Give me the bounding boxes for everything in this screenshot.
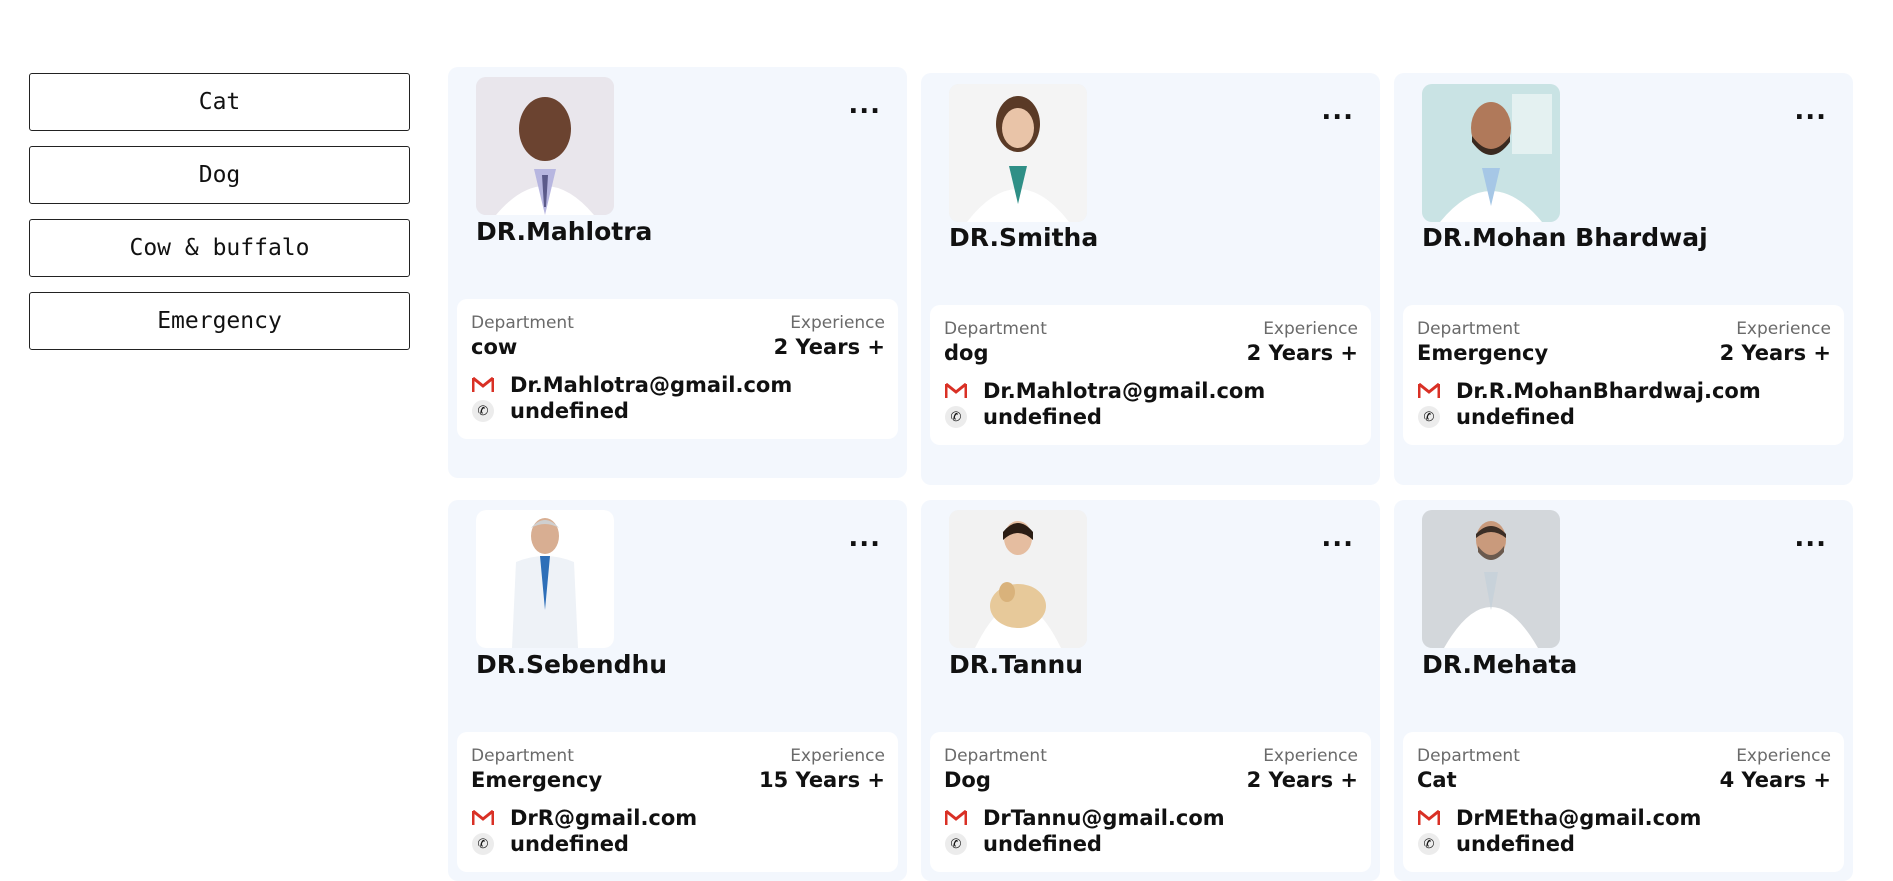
doctor-name: DR.Sebendhu xyxy=(476,650,668,679)
gmail-icon xyxy=(471,808,495,828)
email-row: Dr.Mahlotra@gmail.com xyxy=(944,379,1265,403)
phone-icon: ✆ xyxy=(945,833,967,855)
more-options-icon[interactable]: ... xyxy=(1794,525,1827,551)
doctor-info-panel: Department Cat Experience 4 Years + DrME… xyxy=(1403,732,1844,872)
phone-icon: ✆ xyxy=(472,400,494,422)
email-row: DrTannu@gmail.com xyxy=(944,806,1225,830)
doctor-card: ... DR.Mahlotra Department cow Experienc… xyxy=(448,67,907,478)
gmail-icon xyxy=(471,375,495,395)
phone-row: ✆ undefined xyxy=(1417,405,1575,429)
experience-value: 2 Years + xyxy=(773,335,885,359)
department-value: dog xyxy=(944,341,989,365)
phone-row: ✆ undefined xyxy=(1417,832,1575,856)
doctor-name: DR.Smitha xyxy=(949,223,1099,252)
phone-number: undefined xyxy=(983,405,1102,429)
email-address[interactable]: Dr.Mahlotra@gmail.com xyxy=(510,373,792,397)
doctor-photo xyxy=(476,77,614,215)
experience-value: 4 Years + xyxy=(1719,768,1831,792)
gmail-icon xyxy=(1417,381,1441,401)
department-value: Dog xyxy=(944,768,991,792)
phone-row: ✆ undefined xyxy=(471,399,629,423)
phone-row: ✆ undefined xyxy=(944,405,1102,429)
doctor-name: DR.Mohan Bhardwaj xyxy=(1422,223,1708,252)
department-label: Department xyxy=(1417,319,1520,339)
more-options-icon[interactable]: ... xyxy=(848,92,881,118)
phone-number: undefined xyxy=(1456,832,1575,856)
more-options-icon[interactable]: ... xyxy=(1321,98,1354,124)
doctor-photo xyxy=(476,510,614,648)
experience-label: Experience xyxy=(790,746,885,766)
email-address[interactable]: DrTannu@gmail.com xyxy=(983,806,1225,830)
phone-row: ✆ undefined xyxy=(944,832,1102,856)
filter-button-cat[interactable]: Cat xyxy=(29,73,410,131)
experience-value: 2 Years + xyxy=(1246,768,1358,792)
more-options-icon[interactable]: ... xyxy=(1321,525,1354,551)
gmail-icon xyxy=(1417,808,1441,828)
experience-label: Experience xyxy=(1263,746,1358,766)
phone-row: ✆ undefined xyxy=(471,832,629,856)
department-label: Department xyxy=(944,746,1047,766)
phone-icon: ✆ xyxy=(472,833,494,855)
department-value: Emergency xyxy=(471,768,603,792)
doctor-photo xyxy=(949,510,1087,648)
doctor-info-panel: Department Emergency Experience 2 Years … xyxy=(1403,305,1844,445)
experience-label: Experience xyxy=(1736,746,1831,766)
email-address[interactable]: DrMEtha@gmail.com xyxy=(1456,806,1701,830)
phone-icon: ✆ xyxy=(1418,406,1440,428)
department-value: Emergency xyxy=(1417,341,1549,365)
doctor-name: DR.Tannu xyxy=(949,650,1084,679)
phone-number: undefined xyxy=(510,832,629,856)
email-address[interactable]: Dr.R.MohanBhardwaj.com xyxy=(1456,379,1761,403)
gmail-icon xyxy=(944,808,968,828)
department-label: Department xyxy=(944,319,1047,339)
email-address[interactable]: DrR@gmail.com xyxy=(510,806,697,830)
doctor-photo xyxy=(1422,84,1560,222)
more-options-icon[interactable]: ... xyxy=(848,525,881,551)
phone-icon: ✆ xyxy=(1418,833,1440,855)
doctor-info-panel: Department dog Experience 2 Years + Dr.M… xyxy=(930,305,1371,445)
email-row: DrR@gmail.com xyxy=(471,806,697,830)
department-label: Department xyxy=(1417,746,1520,766)
more-options-icon[interactable]: ... xyxy=(1794,98,1827,124)
department-filter-list: Cat Dog Cow & buffalo Emergency xyxy=(29,73,410,365)
department-label: Department xyxy=(471,746,574,766)
filter-button-dog[interactable]: Dog xyxy=(29,146,410,204)
filter-button-cow-buffalo[interactable]: Cow & buffalo xyxy=(29,219,410,277)
filter-button-emergency[interactable]: Emergency xyxy=(29,292,410,350)
doctor-card: ... DR.Mohan Bhardwaj Department Emergen… xyxy=(1394,73,1853,485)
doctor-card: ... DR.Tannu Department Dog Experience 2… xyxy=(921,500,1380,881)
email-row: Dr.Mahlotra@gmail.com xyxy=(471,373,792,397)
doctor-photo xyxy=(949,84,1087,222)
doctor-photo xyxy=(1422,510,1560,648)
email-row: Dr.R.MohanBhardwaj.com xyxy=(1417,379,1761,403)
doctor-info-panel: Department cow Experience 2 Years + Dr.M… xyxy=(457,299,898,439)
doctor-card: ... DR.Smitha Department dog Experience … xyxy=(921,73,1380,485)
doctor-name: DR.Mahlotra xyxy=(476,217,653,246)
phone-number: undefined xyxy=(510,399,629,423)
doctor-card: ... DR.Mehata Department Cat Experience … xyxy=(1394,500,1853,881)
email-address[interactable]: Dr.Mahlotra@gmail.com xyxy=(983,379,1265,403)
experience-value: 15 Years + xyxy=(759,768,885,792)
phone-icon: ✆ xyxy=(945,406,967,428)
department-value: Cat xyxy=(1417,768,1457,792)
phone-number: undefined xyxy=(983,832,1102,856)
doctor-info-panel: Department Emergency Experience 15 Years… xyxy=(457,732,898,872)
experience-label: Experience xyxy=(1736,319,1831,339)
phone-number: undefined xyxy=(1456,405,1575,429)
department-value: cow xyxy=(471,335,518,359)
doctor-info-panel: Department Dog Experience 2 Years + DrTa… xyxy=(930,732,1371,872)
experience-value: 2 Years + xyxy=(1719,341,1831,365)
department-label: Department xyxy=(471,313,574,333)
experience-label: Experience xyxy=(790,313,885,333)
doctor-name: DR.Mehata xyxy=(1422,650,1578,679)
gmail-icon xyxy=(944,381,968,401)
experience-label: Experience xyxy=(1263,319,1358,339)
email-row: DrMEtha@gmail.com xyxy=(1417,806,1701,830)
doctor-card: ... DR.Sebendhu Department Emergency Exp… xyxy=(448,500,907,881)
experience-value: 2 Years + xyxy=(1246,341,1358,365)
